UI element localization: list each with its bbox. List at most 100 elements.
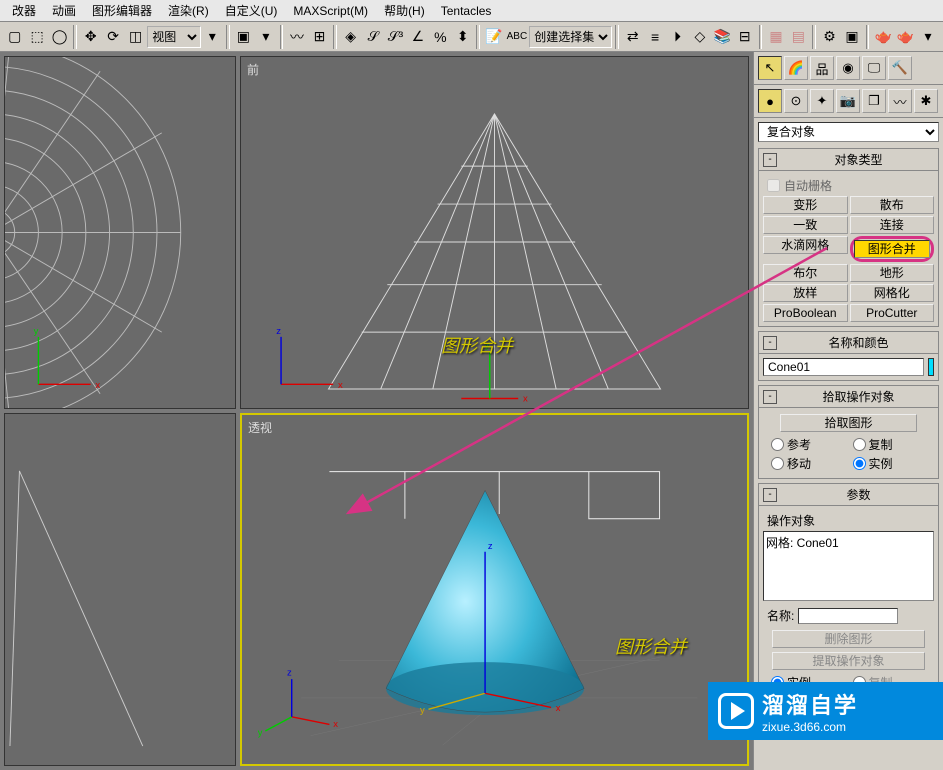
box-icon[interactable]: ◈ <box>340 25 361 49</box>
connect-button[interactable]: 连接 <box>850 216 935 234</box>
operand-name-input[interactable] <box>798 608 898 624</box>
hierarchy-tab-icon[interactable]: 品 <box>810 56 834 80</box>
scale-icon[interactable]: ◫ <box>125 25 146 49</box>
procutter-button[interactable]: ProCutter <box>850 304 935 322</box>
geometry-icon[interactable]: ● <box>758 89 782 113</box>
svg-text:x: x <box>338 380 343 391</box>
svg-text:z: z <box>488 540 493 551</box>
menu-tentacles[interactable]: Tentacles <box>433 1 500 21</box>
modify-tab-icon[interactable]: 🌈 <box>784 56 808 80</box>
schematic-icon[interactable]: ▦ <box>765 25 786 49</box>
move-icon[interactable]: ✥ <box>80 25 101 49</box>
collapse-icon: - <box>763 153 777 167</box>
percent-snap-icon[interactable]: % <box>430 25 451 49</box>
systems-icon[interactable]: ✱ <box>914 89 938 113</box>
render-frame-icon[interactable]: ▣ <box>841 25 862 49</box>
rollout-name-color-header[interactable]: - 名称和颜色 <box>759 332 938 354</box>
svg-text:z: z <box>276 326 281 337</box>
viewport-left[interactable] <box>4 413 236 766</box>
delete-shape-button[interactable]: 删除图形 <box>772 630 926 648</box>
viewport-front[interactable]: 前 x <box>240 56 749 409</box>
radio-copy[interactable]: 复制 <box>853 436 927 453</box>
render-setup-icon[interactable]: ⚙ <box>819 25 840 49</box>
cameras-icon[interactable]: 📷 <box>836 89 860 113</box>
selection-set-dropdown[interactable]: 创建选择集 <box>529 26 612 48</box>
morph-button[interactable]: 变形 <box>763 196 848 214</box>
helpers-icon[interactable]: ❐ <box>862 89 886 113</box>
view-dropdown[interactable]: 视图 <box>147 26 200 48</box>
menu-modifier[interactable]: 改器 <box>4 0 44 22</box>
viewport-front-label: 前 <box>247 61 259 78</box>
space-warps-icon[interactable]: 〰 <box>888 89 912 113</box>
object-color-swatch[interactable] <box>928 358 934 376</box>
operand-label: 操作对象 <box>763 510 934 531</box>
object-name-input[interactable] <box>763 358 924 376</box>
category-dropdown[interactable]: 复合对象 <box>758 122 939 142</box>
display-tab-icon[interactable]: 🖵 <box>862 56 886 80</box>
menu-render[interactable]: 渲染(R) <box>160 0 217 22</box>
layer-dropdown-icon[interactable]: ▾ <box>255 25 276 49</box>
radio-move[interactable]: 移动 <box>771 455 845 472</box>
spinner-snap-icon[interactable]: ⬍ <box>452 25 473 49</box>
main-menubar: 改器 动画 图形编辑器 渲染(R) 自定义(U) MAXScript(M) 帮助… <box>0 0 943 22</box>
snap-icon[interactable]: 𝒮 <box>362 25 383 49</box>
angle-snap-icon[interactable]: ∠ <box>407 25 428 49</box>
menu-graph-editors[interactable]: 图形编辑器 <box>84 0 160 22</box>
align-icon[interactable]: ≡ <box>644 25 665 49</box>
extract-operand-button[interactable]: 提取操作对象 <box>772 652 926 670</box>
layer-icon[interactable]: ▣ <box>233 25 254 49</box>
loft-button[interactable]: 放样 <box>763 284 848 302</box>
create-tab-icon[interactable]: ↖ <box>758 56 782 80</box>
snap3-icon[interactable]: 𝒮³ <box>385 25 406 49</box>
rollout-object-type-header[interactable]: - 对象类型 <box>759 149 938 171</box>
collapse-icon: - <box>763 390 777 404</box>
viewport-top[interactable]: x y <box>4 56 236 409</box>
select-circle-icon[interactable]: ◯ <box>49 25 70 49</box>
menu-customize[interactable]: 自定义(U) <box>217 0 286 22</box>
material-icon[interactable]: ▤ <box>788 25 809 49</box>
create-subtabs-row: ● ⊙ ✦ 📷 ❐ 〰 ✱ <box>754 85 943 118</box>
boolean-button[interactable]: 布尔 <box>763 264 848 282</box>
proboolean-button[interactable]: ProBoolean <box>763 304 848 322</box>
svg-text:x: x <box>523 393 528 404</box>
motion-tab-icon[interactable]: ◉ <box>836 56 860 80</box>
svg-text:x: x <box>556 702 561 713</box>
menu-animation[interactable]: 动画 <box>44 0 84 22</box>
shapemerge-button[interactable]: 图形合并 <box>854 240 931 258</box>
rollout-parameters-header[interactable]: - 参数 <box>759 484 938 506</box>
select-rect-icon[interactable]: ⬚ <box>26 25 47 49</box>
quick-render-icon[interactable]: 🫖 <box>895 25 916 49</box>
terrain-button[interactable]: 地形 <box>850 264 935 282</box>
layers-icon[interactable]: 📚 <box>712 25 733 49</box>
align-dropdown-icon[interactable]: ⏵ <box>667 25 688 49</box>
render-dropdown-icon[interactable]: ▾ <box>917 25 938 49</box>
menu-maxscript[interactable]: MAXScript(M) <box>285 1 376 21</box>
layer-mgr-icon[interactable]: ⊟ <box>734 25 755 49</box>
blobmesh-button[interactable]: 水滴网格 <box>763 236 848 254</box>
mixer-icon[interactable]: ⊞ <box>309 25 330 49</box>
operand-listbox[interactable]: 网格: Cone01 <box>763 531 934 601</box>
rotate-icon[interactable]: ⟳ <box>102 25 123 49</box>
dropdown-arrow-icon[interactable]: ▾ <box>202 25 223 49</box>
text-icon[interactable]: ABC <box>506 25 529 49</box>
lights-icon[interactable]: ✦ <box>810 89 834 113</box>
select-region-icon[interactable]: ▢ <box>4 25 25 49</box>
viewport-perspective[interactable]: 透视 <box>240 413 749 766</box>
pick-shape-button[interactable]: 拾取图形 <box>780 414 917 432</box>
erase-icon[interactable]: ◇ <box>689 25 710 49</box>
conform-button[interactable]: 一致 <box>763 216 848 234</box>
utilities-tab-icon[interactable]: 🔨 <box>888 56 912 80</box>
radio-reference[interactable]: 参考 <box>771 436 845 453</box>
rollout-pick-operand-header[interactable]: - 拾取操作对象 <box>759 386 938 408</box>
menu-help[interactable]: 帮助(H) <box>376 0 433 22</box>
radio-instance[interactable]: 实例 <box>853 455 927 472</box>
shapes-icon[interactable]: ⊙ <box>784 89 808 113</box>
mesher-button[interactable]: 网格化 <box>850 284 935 302</box>
edit-selection-icon[interactable]: 📝 <box>483 25 504 49</box>
scatter-button[interactable]: 散布 <box>850 196 935 214</box>
operand-item[interactable]: 网格: Cone01 <box>766 534 931 551</box>
svg-text:z: z <box>287 666 292 677</box>
teapot-icon[interactable]: 🫖 <box>872 25 893 49</box>
mirror-icon[interactable]: ⇄ <box>622 25 643 49</box>
curve-editor-icon[interactable]: 〰 <box>286 25 307 49</box>
